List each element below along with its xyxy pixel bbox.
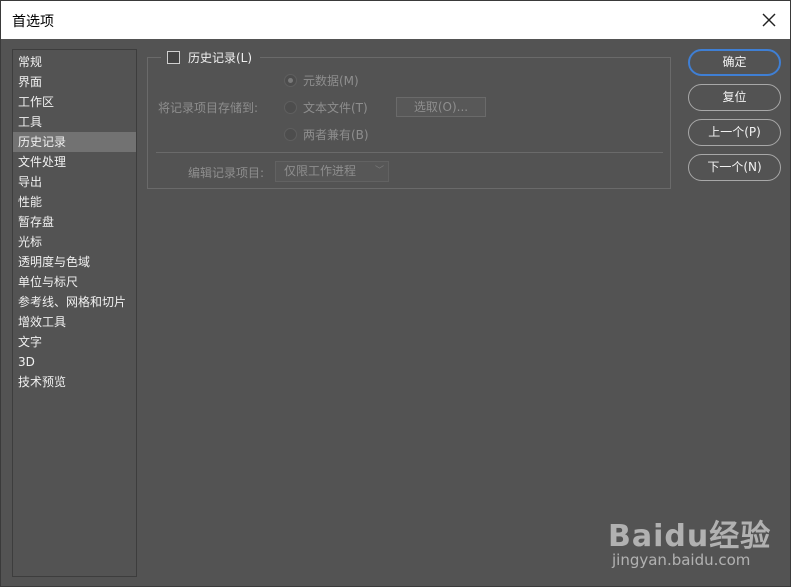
edit-log-select[interactable]: 仅限工作进程 ﹀ bbox=[275, 161, 389, 182]
sidebar-item-plugins[interactable]: 增效工具 bbox=[13, 312, 136, 332]
window-title: 首选项 bbox=[12, 14, 54, 30]
sidebar-item-units-rulers[interactable]: 单位与标尺 bbox=[13, 272, 136, 292]
baidu-watermark: Baidu经验 jingyan.baidu.com bbox=[606, 509, 776, 573]
ok-button[interactable]: 确定 bbox=[688, 49, 781, 76]
sidebar-item-technology-previews[interactable]: 技术预览 bbox=[13, 372, 136, 392]
history-checkbox-label: 历史记录(L) bbox=[188, 50, 253, 65]
sidebar-item-3d[interactable]: 3D bbox=[13, 352, 136, 372]
choose-button[interactable]: 选取(O)... bbox=[396, 97, 486, 117]
sidebar-item-guides-grid-slices[interactable]: 参考线、网格和切片 bbox=[13, 292, 136, 312]
sidebar-item-interface[interactable]: 界面 bbox=[13, 72, 136, 92]
both-radio[interactable] bbox=[284, 128, 297, 141]
sidebar-item-scratch-disks[interactable]: 暂存盘 bbox=[13, 212, 136, 232]
save-to-label: 将记录项目存储到: bbox=[158, 101, 259, 115]
sidebar-item-type[interactable]: 文字 bbox=[13, 332, 136, 352]
preferences-dialog: 首选项 常规 界面 工作区 工具 历史记录 文件处理 导出 性能 暂存盘 光标 … bbox=[0, 0, 791, 587]
watermark-logo: Baidu经验 bbox=[608, 519, 772, 554]
history-legend: 历史记录(L) bbox=[161, 47, 261, 67]
next-button[interactable]: 下一个(N) bbox=[688, 154, 781, 181]
history-checkbox[interactable] bbox=[167, 50, 180, 64]
close-icon bbox=[762, 13, 776, 27]
reset-button[interactable]: 复位 bbox=[688, 84, 781, 111]
sidebar-item-history[interactable]: 历史记录 bbox=[13, 132, 136, 152]
both-radio-label: 两者兼有(B) bbox=[303, 128, 369, 142]
sidebar-item-performance[interactable]: 性能 bbox=[13, 192, 136, 212]
metadata-radio[interactable] bbox=[284, 74, 297, 87]
previous-button[interactable]: 上一个(P) bbox=[688, 119, 781, 146]
sidebar-item-export[interactable]: 导出 bbox=[13, 172, 136, 192]
sidebar-item-transparency-gamut[interactable]: 透明度与色域 bbox=[13, 252, 136, 272]
sidebar-item-general[interactable]: 常规 bbox=[13, 52, 136, 72]
title-bar: 首选项 bbox=[1, 1, 790, 39]
group-separator bbox=[156, 152, 663, 153]
sidebar-item-workspace[interactable]: 工作区 bbox=[13, 92, 136, 112]
sidebar-item-cursors[interactable]: 光标 bbox=[13, 232, 136, 252]
metadata-radio-label: 元数据(M) bbox=[303, 74, 359, 88]
chevron-down-icon: ﹀ bbox=[374, 166, 384, 176]
sidebar-item-tools[interactable]: 工具 bbox=[13, 112, 136, 132]
edit-log-label: 编辑记录项目: bbox=[188, 166, 265, 180]
sidebar-item-file-handling[interactable]: 文件处理 bbox=[13, 152, 136, 172]
edit-log-value: 仅限工作进程 bbox=[284, 164, 357, 178]
text-file-radio-label: 文本文件(T) bbox=[303, 101, 368, 115]
watermark-url: jingyan.baidu.com bbox=[612, 551, 751, 569]
category-list: 常规 界面 工作区 工具 历史记录 文件处理 导出 性能 暂存盘 光标 透明度与… bbox=[12, 49, 137, 577]
text-file-radio[interactable] bbox=[284, 101, 297, 114]
close-button[interactable] bbox=[756, 7, 782, 33]
